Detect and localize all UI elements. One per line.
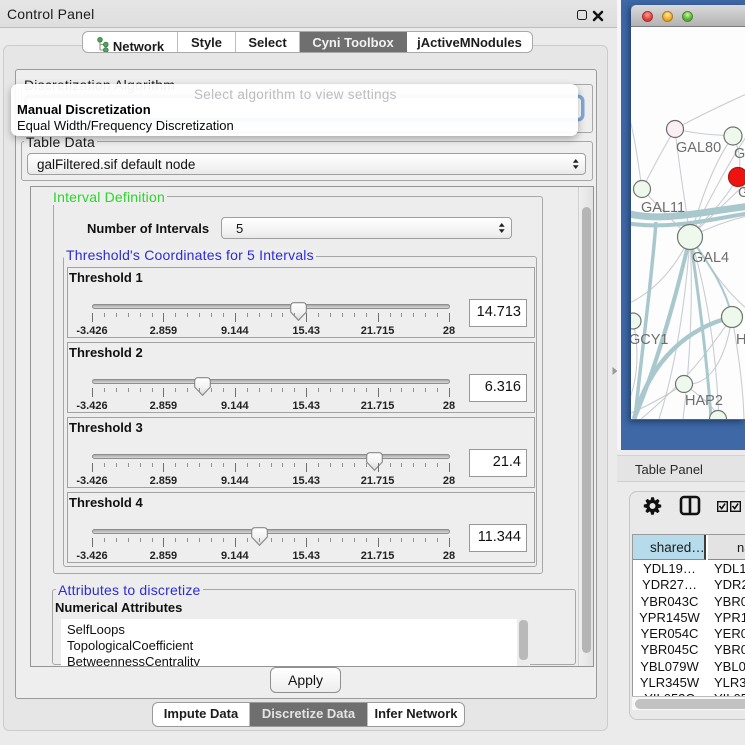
svg-text:GCY1: GCY1 xyxy=(631,332,669,348)
svg-text:GAL80: GAL80 xyxy=(676,140,721,156)
svg-text:GA: GA xyxy=(734,146,745,162)
svg-text:GAL4: GAL4 xyxy=(692,250,729,266)
svg-text:H: H xyxy=(736,332,745,348)
svg-text:HAP2: HAP2 xyxy=(685,393,723,409)
svg-text:G: G xyxy=(738,185,745,201)
svg-text:GAL11: GAL11 xyxy=(641,200,685,216)
